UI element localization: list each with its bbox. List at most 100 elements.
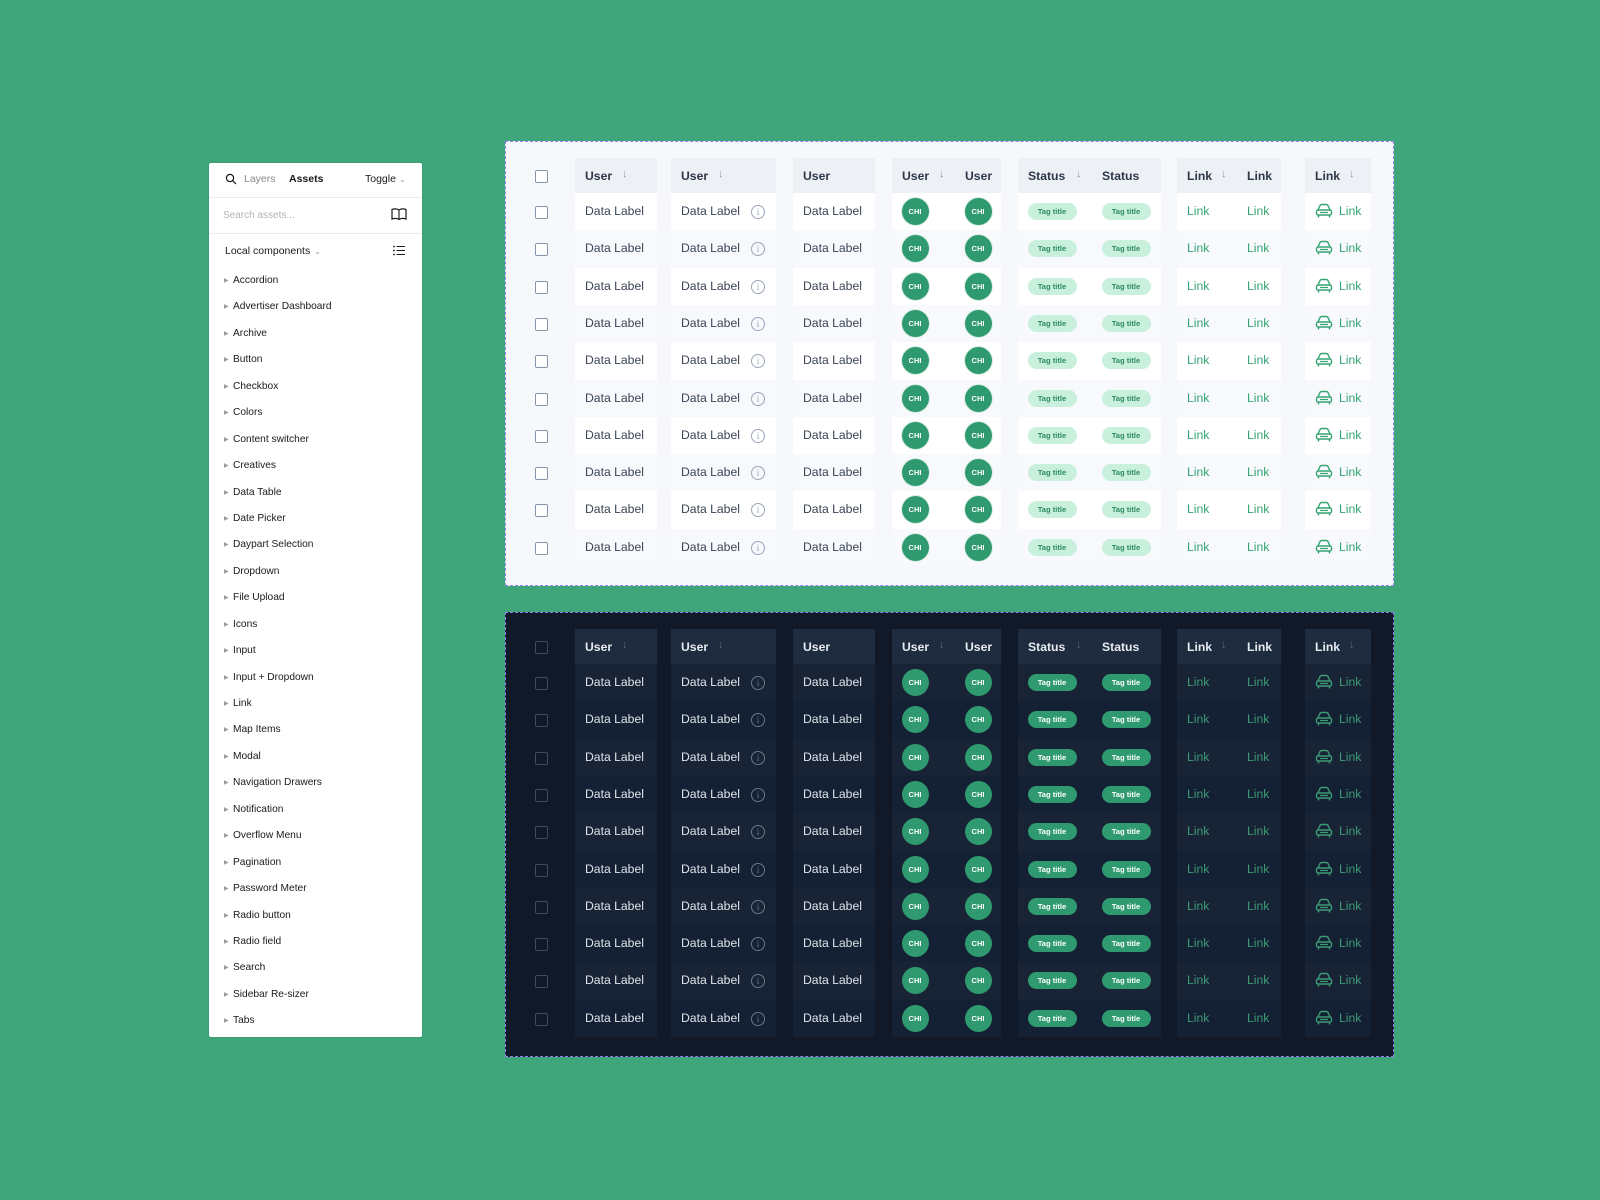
row-checkbox[interactable] xyxy=(535,243,548,257)
table-link[interactable]: Link xyxy=(1247,787,1269,801)
component-item[interactable]: ▶ Navigation Drawers xyxy=(209,775,422,801)
table-link[interactable]: Link xyxy=(1339,241,1361,255)
row-checkbox[interactable] xyxy=(535,1012,548,1026)
info-icon[interactable]: i xyxy=(751,862,765,877)
table-link[interactable]: Link xyxy=(1339,465,1361,479)
component-item[interactable]: ▶ Modal xyxy=(209,749,422,775)
sort-arrow-icon[interactable]: ↓ xyxy=(1076,168,1082,180)
info-icon[interactable]: i xyxy=(751,974,765,989)
sort-arrow-icon[interactable]: ↓ xyxy=(718,639,724,651)
info-icon[interactable]: i xyxy=(751,354,765,369)
component-item[interactable]: ▶ Pagination xyxy=(209,855,422,881)
info-icon[interactable]: i xyxy=(751,540,765,555)
info-icon[interactable]: i xyxy=(751,750,765,765)
table-link[interactable]: Link xyxy=(1187,787,1209,801)
table-link[interactable]: Link xyxy=(1339,824,1361,838)
table-link[interactable]: Link xyxy=(1247,973,1269,987)
tab-layers[interactable]: Layers xyxy=(244,173,276,185)
info-icon[interactable]: i xyxy=(751,503,765,518)
component-item[interactable]: ▶ Colors xyxy=(209,405,422,431)
table-link[interactable]: Link xyxy=(1187,391,1209,405)
table-link[interactable]: Link xyxy=(1187,862,1209,876)
component-item[interactable]: ▶ Overflow Menu xyxy=(209,828,422,854)
row-checkbox[interactable] xyxy=(535,206,548,219)
row-checkbox[interactable] xyxy=(535,714,548,728)
info-icon[interactable]: i xyxy=(751,391,765,406)
table-link[interactable]: Link xyxy=(1339,675,1361,689)
row-checkbox[interactable] xyxy=(535,826,548,840)
asset-search-input[interactable] xyxy=(223,207,373,223)
table-link[interactable]: Link xyxy=(1187,824,1209,838)
sort-arrow-icon[interactable]: ↓ xyxy=(718,168,724,180)
component-item[interactable]: ▶ Daypart Selection xyxy=(209,537,422,563)
table-link[interactable]: Link xyxy=(1187,936,1209,950)
table-link[interactable]: Link xyxy=(1247,279,1269,293)
component-item[interactable]: ▶ Content switcher xyxy=(209,432,422,458)
info-icon[interactable]: i xyxy=(751,466,765,481)
column-header[interactable]: Status ↓ Status xyxy=(1018,629,1161,664)
row-checkbox[interactable] xyxy=(535,392,548,406)
toggle-dropdown[interactable]: Toggle ⌄ xyxy=(365,173,406,185)
table-link[interactable]: Link xyxy=(1187,279,1209,293)
table-link[interactable]: Link xyxy=(1187,899,1209,913)
column-header[interactable]: User xyxy=(793,629,875,664)
table-link[interactable]: Link xyxy=(1339,787,1361,801)
select-all-checkbox[interactable] xyxy=(535,170,548,183)
row-checkbox[interactable] xyxy=(535,280,548,294)
row-checkbox[interactable] xyxy=(535,751,548,765)
component-item[interactable]: ▶ Date Picker xyxy=(209,511,422,537)
row-checkbox[interactable] xyxy=(535,900,548,914)
row-checkbox[interactable] xyxy=(535,355,548,369)
list-view-icon[interactable] xyxy=(393,245,405,256)
component-item[interactable]: ▶ Link xyxy=(209,696,422,722)
component-item[interactable]: ▶ Accordion xyxy=(209,273,422,299)
table-link[interactable]: Link xyxy=(1187,204,1209,218)
table-link[interactable]: Link xyxy=(1187,241,1209,255)
table-link[interactable]: Link xyxy=(1187,750,1209,764)
table-link[interactable]: Link xyxy=(1247,353,1269,367)
component-item[interactable]: ▶ File Upload xyxy=(209,590,422,616)
table-link[interactable]: Link xyxy=(1187,353,1209,367)
table-link[interactable]: Link xyxy=(1339,540,1361,554)
table-link[interactable]: Link xyxy=(1187,316,1209,330)
component-item[interactable]: ▶ Creatives xyxy=(209,458,422,484)
column-header[interactable]: Link ↓ xyxy=(1305,629,1371,664)
column-header[interactable]: User ↓ xyxy=(671,158,776,193)
table-link[interactable]: Link xyxy=(1247,824,1269,838)
column-header[interactable]: Link ↓ xyxy=(1305,158,1371,193)
column-header[interactable]: Status ↓ Status xyxy=(1018,158,1161,193)
table-link[interactable]: Link xyxy=(1339,899,1361,913)
column-header[interactable]: User ↓ User xyxy=(892,158,1001,193)
component-item[interactable]: ▶ Tabs xyxy=(209,1013,422,1037)
sort-arrow-icon[interactable]: ↓ xyxy=(1349,639,1355,651)
component-item[interactable]: ▶ Data Table xyxy=(209,485,422,511)
table-link[interactable]: Link xyxy=(1187,540,1209,554)
table-link[interactable]: Link xyxy=(1247,316,1269,330)
sort-arrow-icon[interactable]: ↓ xyxy=(1076,639,1082,651)
table-link[interactable]: Link xyxy=(1187,973,1209,987)
info-icon[interactable]: i xyxy=(751,937,765,952)
component-item[interactable]: ▶ Radio field xyxy=(209,934,422,960)
tab-assets[interactable]: Assets xyxy=(289,173,323,185)
component-item[interactable]: ▶ Input + Dropdown xyxy=(209,670,422,696)
row-checkbox[interactable] xyxy=(535,788,548,802)
sort-arrow-icon[interactable]: ↓ xyxy=(622,168,628,180)
row-checkbox[interactable] xyxy=(535,863,548,877)
table-link[interactable]: Link xyxy=(1247,675,1269,689)
component-item[interactable]: ▶ Password Meter xyxy=(209,881,422,907)
component-item[interactable]: ▶ Checkbox xyxy=(209,379,422,405)
table-link[interactable]: Link xyxy=(1187,428,1209,442)
table-link[interactable]: Link xyxy=(1187,675,1209,689)
row-checkbox[interactable] xyxy=(535,541,548,555)
info-icon[interactable]: i xyxy=(751,1011,765,1026)
component-item[interactable]: ▶ Dropdown xyxy=(209,564,422,590)
table-link[interactable]: Link xyxy=(1339,428,1361,442)
sort-arrow-icon[interactable]: ↓ xyxy=(1221,639,1227,651)
row-checkbox[interactable] xyxy=(535,938,548,952)
column-header[interactable]: User ↓ xyxy=(671,629,776,664)
table-link[interactable]: Link xyxy=(1247,502,1269,516)
component-item[interactable]: ▶ Icons xyxy=(209,617,422,643)
sort-arrow-icon[interactable]: ↓ xyxy=(939,639,945,651)
sort-arrow-icon[interactable]: ↓ xyxy=(1349,168,1355,180)
table-link[interactable]: Link xyxy=(1187,712,1209,726)
